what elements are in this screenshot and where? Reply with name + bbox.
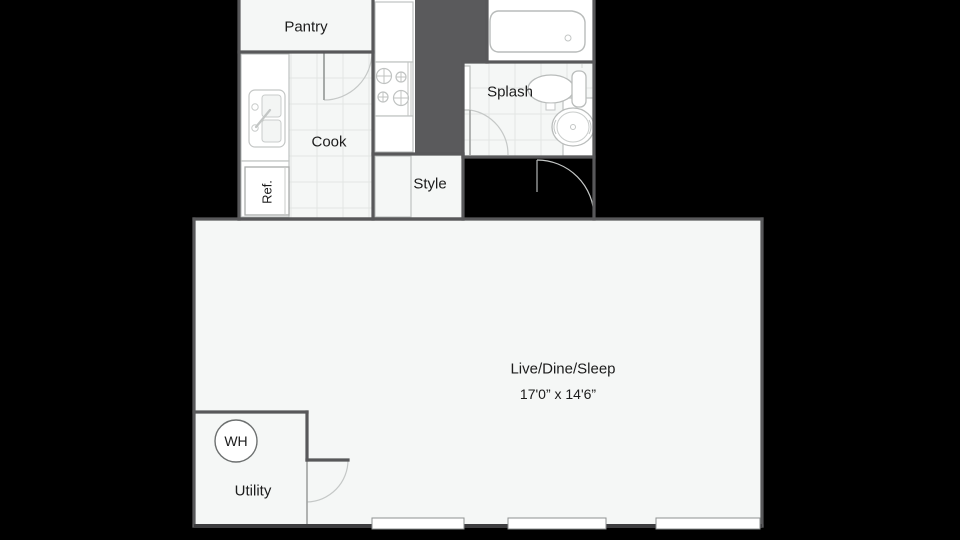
range-body xyxy=(374,61,414,117)
toilet-tank xyxy=(571,70,587,108)
kitchen-sink-basin-1 xyxy=(261,94,282,118)
bathtub xyxy=(489,10,586,53)
window-1 xyxy=(371,517,465,530)
refrigerator xyxy=(244,166,290,216)
window-2 xyxy=(507,517,607,530)
floor-plan-viewport: Pantry Cook Ref. Style Splash Live/Dine/… xyxy=(0,0,960,540)
kitchen-sink xyxy=(248,89,286,148)
windows xyxy=(371,517,761,530)
water-heater-icon xyxy=(214,419,258,463)
toilet-base xyxy=(545,102,556,111)
kitchen-cabinet-upper-right xyxy=(374,1,414,63)
bathroom-door-arc xyxy=(536,159,595,218)
refrigerator-body xyxy=(244,166,290,216)
bathroom-door-swing xyxy=(536,159,595,218)
window-3 xyxy=(655,517,761,530)
style-shelf xyxy=(374,155,412,218)
bathtub-body xyxy=(489,10,586,53)
kitchen-sink-basin-2 xyxy=(261,119,282,143)
shaft-block xyxy=(415,0,463,155)
shaft-block-upper xyxy=(463,0,487,62)
floor-plan-drawing xyxy=(192,0,764,530)
kitchen-counter-right-lower xyxy=(374,115,414,153)
pantry-floor xyxy=(239,0,373,52)
toilet-bowl xyxy=(527,74,575,104)
bathroom-sink xyxy=(551,107,595,147)
bathroom-sink-bowl xyxy=(551,107,595,147)
